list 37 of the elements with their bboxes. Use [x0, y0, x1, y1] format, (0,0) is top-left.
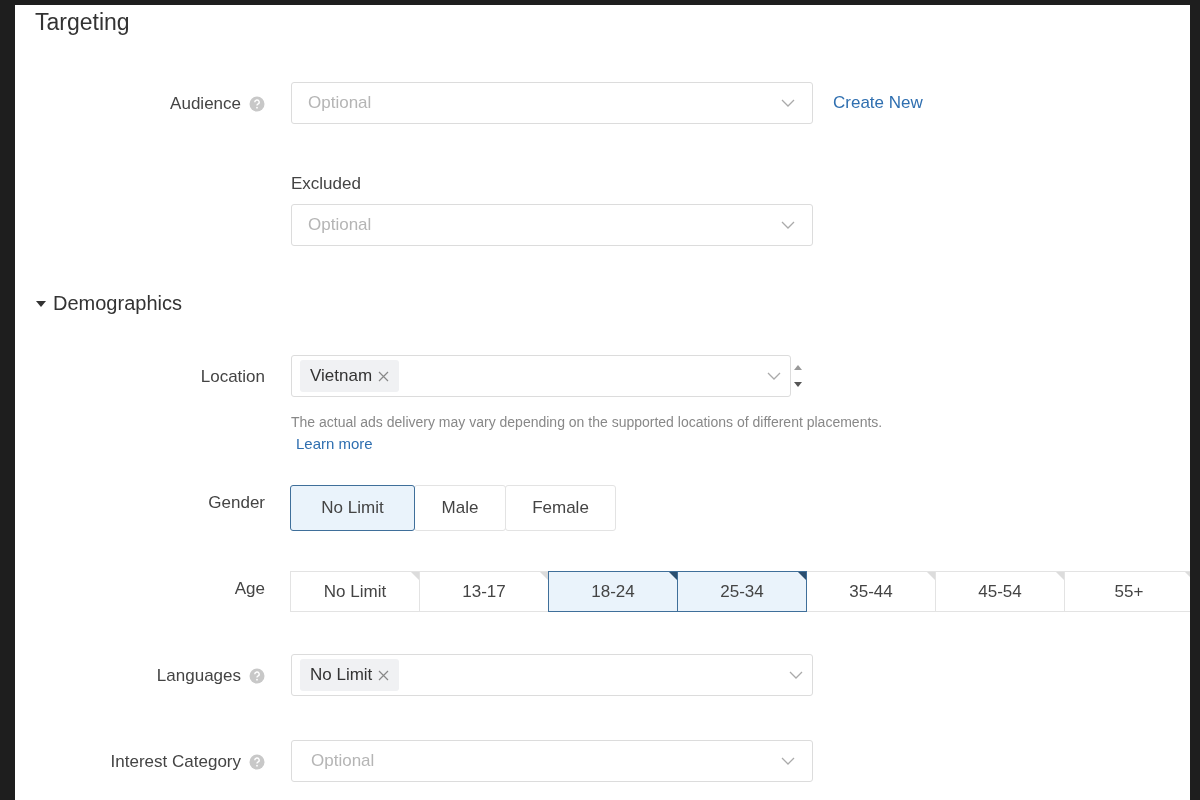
field-label: Location	[200, 367, 265, 387]
field-label: Gender	[208, 493, 265, 513]
selected-tag: Vietnam	[300, 360, 400, 392]
field-label: Audience	[170, 94, 241, 114]
chevron-down-icon	[788, 670, 804, 680]
select-field[interactable]: Vietnam	[291, 355, 791, 397]
age-option[interactable]: No Limit	[290, 571, 420, 612]
create-new-link[interactable]: Create New	[833, 93, 923, 113]
chevron-down-icon	[766, 371, 782, 381]
selected-tag: No Limit	[300, 659, 400, 691]
age-option[interactable]: 35-44	[806, 571, 936, 612]
help-text: The actual ads delivery may vary depending on the supported locations of different placements. Learn more	[291, 413, 884, 454]
help-icon[interactable]	[249, 668, 265, 684]
section-heading[interactable]: Demographics	[53, 292, 182, 315]
field-label: Interest Category	[110, 752, 241, 772]
field-label: Languages	[156, 666, 241, 686]
help-icon[interactable]	[249, 96, 265, 112]
select-field[interactable]: No Limit	[291, 654, 813, 696]
gender-option[interactable]: Female	[505, 485, 616, 531]
field-label: Age	[234, 579, 265, 599]
caret-icon[interactable]	[35, 299, 47, 308]
chevron-down-icon	[780, 220, 796, 230]
learn-more-link[interactable]: Learn more	[296, 435, 373, 452]
age-option[interactable]: 55+	[1064, 571, 1190, 612]
help-icon[interactable]	[249, 754, 265, 770]
section-title: Targeting	[35, 9, 131, 37]
chevron-down-icon	[780, 756, 796, 766]
age-option[interactable]: 45-54	[935, 571, 1065, 612]
chevron-down-icon	[780, 98, 796, 108]
field-label: Excluded	[291, 174, 362, 194]
age-option[interactable]: 13-17	[419, 571, 549, 612]
close-icon[interactable]	[378, 669, 390, 681]
age-option[interactable]: 25-34	[677, 571, 807, 612]
age-option[interactable]: 18-24	[548, 571, 678, 612]
gender-option[interactable]: No Limit	[290, 485, 415, 531]
close-icon[interactable]	[378, 370, 390, 382]
gender-option[interactable]: Male	[414, 485, 506, 531]
